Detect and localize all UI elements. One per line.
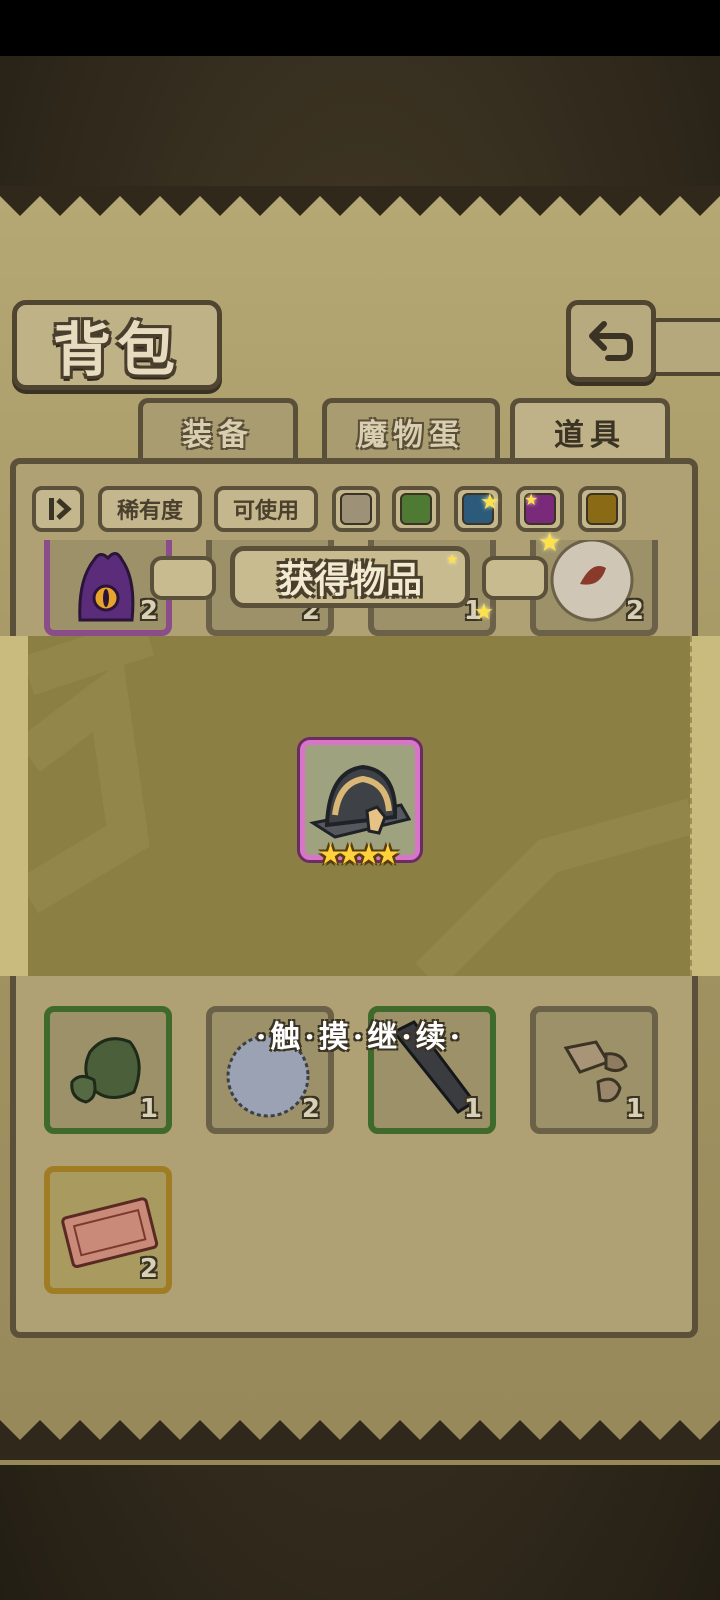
tab-label: 装备 — [182, 417, 254, 453]
sparkle-icon: ★ — [538, 528, 562, 558]
sort-toggle-button[interactable] — [32, 486, 84, 532]
color-filter-gold[interactable] — [578, 486, 626, 532]
usable-filter-button[interactable]: 可使用 — [214, 486, 318, 532]
swatch-gold — [586, 493, 618, 525]
overlay-edge-right — [690, 636, 720, 976]
reward-popup-title: 获得物品 — [230, 546, 470, 608]
inventory-slot[interactable]: 2 — [44, 1166, 172, 1294]
title-plate: 背包 — [12, 300, 222, 390]
inventory-slot[interactable]: 1 — [530, 1006, 658, 1134]
item-count: 2 — [139, 596, 158, 626]
overlay-edge-left — [0, 636, 30, 976]
tab-equipment[interactable]: 装备 — [138, 398, 298, 460]
sparkle-icon: ★ — [446, 552, 459, 568]
usable-filter-label: 可使用 — [232, 499, 299, 524]
item-count: 1 — [625, 1094, 644, 1124]
rarity-filter-label: 稀有度 — [116, 499, 183, 524]
inventory-slot[interactable]: 1 — [44, 1006, 172, 1134]
sparkle-icon: ★ — [480, 490, 500, 515]
tab-label: 道具 — [554, 417, 626, 453]
header-side-pill — [482, 556, 548, 600]
item-count: 1 — [463, 1094, 482, 1124]
back-button-tail — [648, 318, 720, 376]
item-count: 2 — [625, 596, 644, 626]
rarity-filter-button[interactable]: 稀有度 — [98, 486, 202, 532]
swatch-green — [400, 493, 432, 525]
item-count: 2 — [301, 1094, 320, 1124]
swatch-gray — [340, 493, 372, 525]
status-bar — [0, 0, 720, 56]
tab-items[interactable]: 道具 — [510, 398, 670, 460]
back-button[interactable] — [566, 300, 656, 382]
page-title: 背包 — [52, 316, 181, 384]
tab-monster-eggs[interactable]: 魔物蛋 — [322, 398, 500, 460]
header-side-pill — [150, 556, 216, 600]
tab-bar: 装备 魔物蛋 道具 — [12, 398, 698, 460]
rarity-stars: ★★★★ — [318, 838, 400, 871]
item-count: 2 — [139, 1254, 158, 1284]
tab-label: 魔物蛋 — [357, 417, 465, 453]
back-arrow-icon — [589, 321, 633, 361]
touch-continue-hint: ·触·摸·继·续· — [255, 1020, 465, 1055]
sparkle-icon: ★ — [474, 600, 494, 625]
color-filter-gray[interactable] — [332, 486, 380, 532]
sparkle-icon: ★ — [524, 490, 539, 509]
sort-toggle-icon — [49, 498, 72, 520]
zigzag-bottom-edge — [0, 1420, 720, 1460]
item-count: 1 — [139, 1094, 158, 1124]
zigzag-top-edge — [0, 186, 720, 216]
color-filter-green[interactable] — [392, 486, 440, 532]
